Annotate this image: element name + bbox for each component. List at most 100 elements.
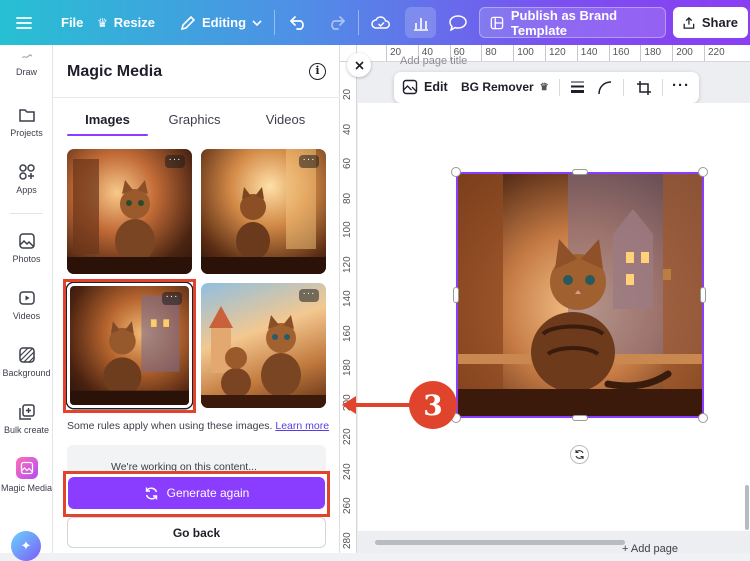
horizontal-scrollbar[interactable] (375, 540, 625, 545)
resize-handle[interactable] (698, 413, 708, 423)
sidebar-item-bulk-create[interactable]: Bulk create (0, 403, 53, 435)
left-sidebar: Draw Projects Apps Photos Videos Backgro… (0, 45, 53, 561)
sidebar-item-projects[interactable]: Projects (0, 106, 53, 138)
sidebar-item-photos[interactable]: Photos (0, 232, 53, 264)
resize-handle[interactable] (572, 169, 588, 175)
file-label: File (61, 15, 84, 30)
more-options-icon[interactable]: ··· (165, 155, 185, 168)
more-options-icon[interactable]: ··· (299, 155, 319, 168)
tab-videos[interactable]: Videos (245, 112, 326, 137)
sidebar-item-label: Photos (12, 254, 41, 264)
panel-title: Magic Media (67, 63, 163, 80)
divider (10, 213, 43, 214)
menu-icon[interactable] (16, 0, 32, 45)
publish-brand-template-button[interactable]: Publish as Brand Template (479, 7, 666, 38)
ruler-tick-label: 80 (485, 47, 497, 58)
template-icon (490, 16, 504, 29)
publish-label: Publish as Brand Template (510, 7, 618, 38)
top-bar: File ♛ Resize Editing Publish as Brand T… (0, 0, 750, 45)
add-page-button[interactable]: + Add page (622, 543, 678, 555)
bar-chart-icon (413, 17, 428, 31)
ruler-tick-label: 120 (342, 255, 353, 273)
video-play-icon (18, 291, 35, 305)
apps-grid-icon (18, 164, 35, 180)
ruler-tick (386, 45, 387, 61)
rotate-handle[interactable] (570, 445, 589, 464)
sidebar-item-apps[interactable]: Apps (0, 163, 53, 195)
editing-label: Editing (202, 15, 247, 30)
cloud-save-button[interactable] (371, 0, 391, 45)
sidebar-item-draw[interactable]: Draw (0, 51, 53, 77)
close-panel-button[interactable] (347, 53, 371, 77)
resize-handle[interactable] (700, 287, 706, 303)
magic-media-icon (15, 457, 38, 479)
ruler-tick-label: 60 (342, 157, 353, 169)
chevron-down-icon (252, 19, 262, 26)
page-title-hint[interactable]: Add page title (400, 55, 467, 67)
ruler-tick-label: 160 (612, 47, 630, 58)
divider (358, 10, 359, 35)
highlight-box-selected-image (63, 279, 196, 413)
edit-label: Edit (424, 80, 448, 94)
divider (274, 10, 275, 35)
vertical-scrollbar[interactable] (745, 485, 749, 530)
sidebar-item-background[interactable]: Background (0, 346, 53, 378)
border-style-button[interactable] (570, 80, 585, 99)
divider (559, 79, 560, 96)
learn-more-link[interactable]: Learn more (275, 420, 329, 432)
selected-canvas-image[interactable] (456, 172, 704, 418)
background-pattern-icon (18, 347, 35, 363)
ruler-tick-label: 80 (342, 192, 353, 204)
editing-dropdown[interactable]: Editing (180, 0, 262, 45)
refresh-icon (145, 487, 157, 499)
generated-image-1[interactable]: ··· (67, 149, 192, 274)
go-back-label: Go back (172, 525, 221, 540)
ruler-tick-label: 100 (342, 221, 353, 238)
share-icon (683, 16, 695, 29)
sidebar-item-label: Apps (16, 185, 37, 195)
bg-remover-button[interactable]: BG Remover ♛ (461, 80, 549, 94)
crop-button[interactable] (636, 80, 652, 101)
border-weight-icon (571, 81, 584, 93)
step-number: 3 (423, 388, 443, 422)
file-menu[interactable]: File (61, 0, 83, 45)
ruler-tick-label: 220 (342, 428, 353, 445)
more-options-icon[interactable]: ··· (299, 289, 319, 302)
edit-image-button[interactable]: Edit (402, 79, 448, 95)
resize-handle[interactable] (453, 287, 459, 303)
tab-graphics[interactable]: Graphics (154, 112, 235, 137)
redo-button[interactable] (327, 0, 345, 45)
corner-rounding-button[interactable] (597, 80, 612, 100)
generated-image-4[interactable]: ··· (201, 283, 326, 408)
active-tab-indicator (67, 134, 148, 136)
share-label: Share (701, 15, 738, 30)
cloud-check-icon (371, 16, 390, 29)
info-icon[interactable]: i (309, 63, 326, 80)
undo-icon (290, 15, 304, 30)
rules-text: Some rules apply when using these images… (67, 420, 273, 432)
resize-handle[interactable] (451, 167, 461, 177)
share-button[interactable]: Share (673, 7, 748, 38)
ruler-tick-label: 20 (342, 88, 353, 100)
resize-button[interactable]: ♛ Resize (97, 0, 155, 45)
ruler-tick (672, 45, 674, 61)
sidebar-item-videos[interactable]: Videos (0, 289, 53, 321)
sidebar-item-label: Projects (10, 128, 43, 138)
magic-sparkle-icon[interactable]: ✦ (11, 531, 41, 561)
undo-button[interactable] (290, 0, 308, 45)
sidebar-item-magic-media[interactable]: Magic Media (0, 457, 53, 493)
generate-again-button[interactable]: Generate again (68, 477, 325, 509)
bulk-create-icon (18, 404, 35, 420)
more-options-icon[interactable]: ··· (672, 77, 690, 94)
ruler-tick-label: 120 (549, 47, 566, 58)
divider (623, 79, 624, 96)
folder-icon (18, 109, 35, 122)
resize-handle[interactable] (572, 415, 588, 421)
redo-icon (331, 15, 345, 30)
go-back-button[interactable]: Go back (67, 517, 326, 548)
generated-image-2[interactable]: ··· (201, 149, 326, 274)
resize-handle[interactable] (698, 167, 708, 177)
comments-button[interactable] (442, 7, 473, 38)
corner-radius-icon (598, 81, 612, 95)
insights-button[interactable] (405, 7, 436, 38)
